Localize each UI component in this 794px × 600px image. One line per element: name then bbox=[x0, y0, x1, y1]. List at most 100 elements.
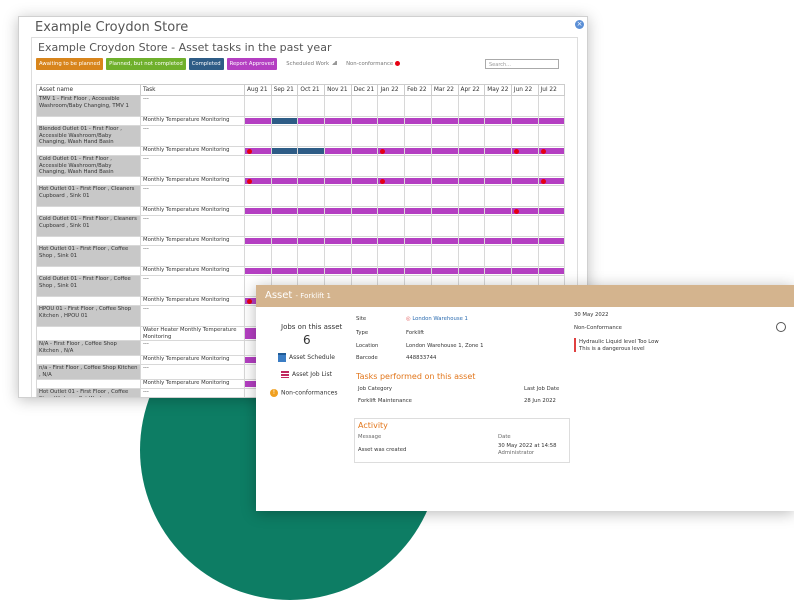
month-cell[interactable] bbox=[430, 245, 459, 267]
month-cell[interactable] bbox=[297, 176, 326, 186]
month-cell[interactable] bbox=[270, 185, 299, 207]
month-cell[interactable] bbox=[537, 125, 566, 147]
month-cell[interactable] bbox=[297, 266, 326, 276]
month-cell[interactable] bbox=[297, 95, 326, 117]
month-cell[interactable] bbox=[244, 116, 272, 126]
month-cell[interactable] bbox=[510, 116, 539, 126]
month-cell[interactable] bbox=[324, 236, 352, 246]
asset-name-cell[interactable]: Hot Outlet 01 - First Floor , Cleaners C… bbox=[36, 185, 141, 207]
month-cell[interactable] bbox=[484, 245, 512, 267]
month-cell[interactable] bbox=[404, 176, 432, 186]
month-cell[interactable] bbox=[324, 185, 352, 207]
asset-name-cell[interactable]: Hot Outlet 01 - First Floor , Coffee Sho… bbox=[36, 245, 141, 267]
month-cell[interactable] bbox=[537, 155, 566, 177]
month-cell[interactable] bbox=[324, 215, 352, 237]
approved-bar[interactable] bbox=[405, 118, 431, 124]
month-cell[interactable] bbox=[377, 206, 406, 216]
month-cell[interactable] bbox=[270, 155, 299, 177]
nonconformance-marker[interactable] bbox=[247, 178, 252, 184]
month-cell[interactable] bbox=[244, 185, 272, 207]
approved-bar[interactable] bbox=[432, 268, 458, 274]
month-cell[interactable] bbox=[457, 125, 486, 147]
month-cell[interactable] bbox=[430, 146, 459, 156]
table-row[interactable]: TMV 1 - First Floor , Accessible Washroo… bbox=[36, 95, 566, 117]
month-cell[interactable] bbox=[430, 125, 459, 147]
approved-bar[interactable] bbox=[512, 268, 538, 274]
month-cell[interactable] bbox=[457, 185, 486, 207]
month-cell[interactable] bbox=[510, 245, 539, 267]
nonconformance-marker[interactable] bbox=[540, 148, 546, 154]
approved-bar[interactable] bbox=[512, 238, 538, 244]
asset-name-cell[interactable] bbox=[36, 236, 141, 246]
approved-bar[interactable] bbox=[378, 208, 404, 214]
month-cell[interactable] bbox=[244, 176, 272, 186]
approved-bar[interactable] bbox=[458, 238, 484, 244]
approved-bar[interactable] bbox=[539, 268, 564, 274]
month-cell[interactable] bbox=[457, 236, 486, 246]
month-cell[interactable] bbox=[297, 185, 326, 207]
month-cell[interactable] bbox=[430, 95, 459, 117]
month-cell[interactable] bbox=[430, 155, 459, 177]
approved-bar[interactable] bbox=[325, 148, 351, 154]
month-cell[interactable] bbox=[270, 95, 299, 117]
asset-name-cell[interactable] bbox=[36, 326, 141, 341]
month-cell[interactable] bbox=[350, 206, 379, 216]
month-cell[interactable] bbox=[324, 116, 352, 126]
month-cell[interactable] bbox=[297, 146, 326, 156]
approved-bar[interactable] bbox=[539, 238, 564, 244]
month-cell[interactable] bbox=[244, 245, 272, 267]
month-cell[interactable] bbox=[537, 236, 566, 246]
month-cell[interactable] bbox=[270, 116, 299, 126]
col-task[interactable]: Task bbox=[140, 84, 245, 96]
month-cell[interactable] bbox=[297, 245, 326, 267]
month-cell[interactable] bbox=[484, 116, 512, 126]
month-cell[interactable] bbox=[270, 206, 299, 216]
month-cell[interactable] bbox=[510, 185, 539, 207]
month-cell[interactable] bbox=[537, 185, 566, 207]
month-cell[interactable] bbox=[484, 155, 512, 177]
approved-bar[interactable] bbox=[272, 178, 297, 184]
approved-bar[interactable] bbox=[378, 118, 404, 124]
month-cell[interactable] bbox=[324, 245, 352, 267]
table-row[interactable]: Monthly Temperature Monitoring bbox=[36, 146, 566, 156]
approved-bar[interactable] bbox=[458, 268, 484, 274]
month-cell[interactable] bbox=[244, 215, 272, 237]
month-cell[interactable] bbox=[350, 266, 379, 276]
month-cell[interactable] bbox=[430, 236, 459, 246]
month-cell[interactable] bbox=[430, 185, 459, 207]
approved-bar[interactable] bbox=[432, 238, 458, 244]
asset-name-cell[interactable]: TMV 1 - First Floor , Accessible Washroo… bbox=[36, 95, 141, 117]
asset-name-cell[interactable]: Cold Outlet 01 - First Floor , Coffee Sh… bbox=[36, 275, 141, 297]
month-cell[interactable] bbox=[270, 146, 299, 156]
month-cell[interactable] bbox=[404, 236, 432, 246]
approved-bar[interactable] bbox=[325, 238, 351, 244]
approved-bar[interactable] bbox=[298, 268, 324, 274]
month-cell[interactable] bbox=[430, 215, 459, 237]
month-cell[interactable] bbox=[537, 146, 566, 156]
month-cell[interactable] bbox=[377, 125, 406, 147]
approved-bar[interactable] bbox=[245, 238, 271, 244]
month-cell[interactable] bbox=[510, 95, 539, 117]
month-cell[interactable] bbox=[404, 95, 432, 117]
col-asset-name[interactable]: Asset name bbox=[36, 84, 141, 96]
month-cell[interactable] bbox=[430, 176, 459, 186]
approved-bar[interactable] bbox=[512, 178, 538, 184]
month-cell[interactable] bbox=[270, 125, 299, 147]
asset-name-cell[interactable]: HPOU 01 - First Floor , Coffee Shop Kitc… bbox=[36, 305, 141, 327]
month-cell[interactable] bbox=[324, 266, 352, 276]
approved-bar[interactable] bbox=[245, 268, 271, 274]
month-cell[interactable] bbox=[244, 125, 272, 147]
month-cell[interactable] bbox=[510, 266, 539, 276]
task-category[interactable]: Forklift Maintenance bbox=[358, 398, 412, 404]
month-cell[interactable] bbox=[297, 116, 326, 126]
month-cell[interactable] bbox=[244, 95, 272, 117]
approved-bar[interactable] bbox=[485, 238, 511, 244]
approved-bar[interactable] bbox=[378, 238, 404, 244]
month-cell[interactable] bbox=[404, 215, 432, 237]
legend-approved[interactable]: Report Approved bbox=[226, 58, 278, 70]
approved-bar[interactable] bbox=[325, 178, 351, 184]
month-cell[interactable] bbox=[484, 95, 512, 117]
asset-joblist-link[interactable]: Asset Job List bbox=[281, 371, 332, 378]
approved-bar[interactable] bbox=[485, 208, 511, 214]
month-cell[interactable] bbox=[484, 146, 512, 156]
